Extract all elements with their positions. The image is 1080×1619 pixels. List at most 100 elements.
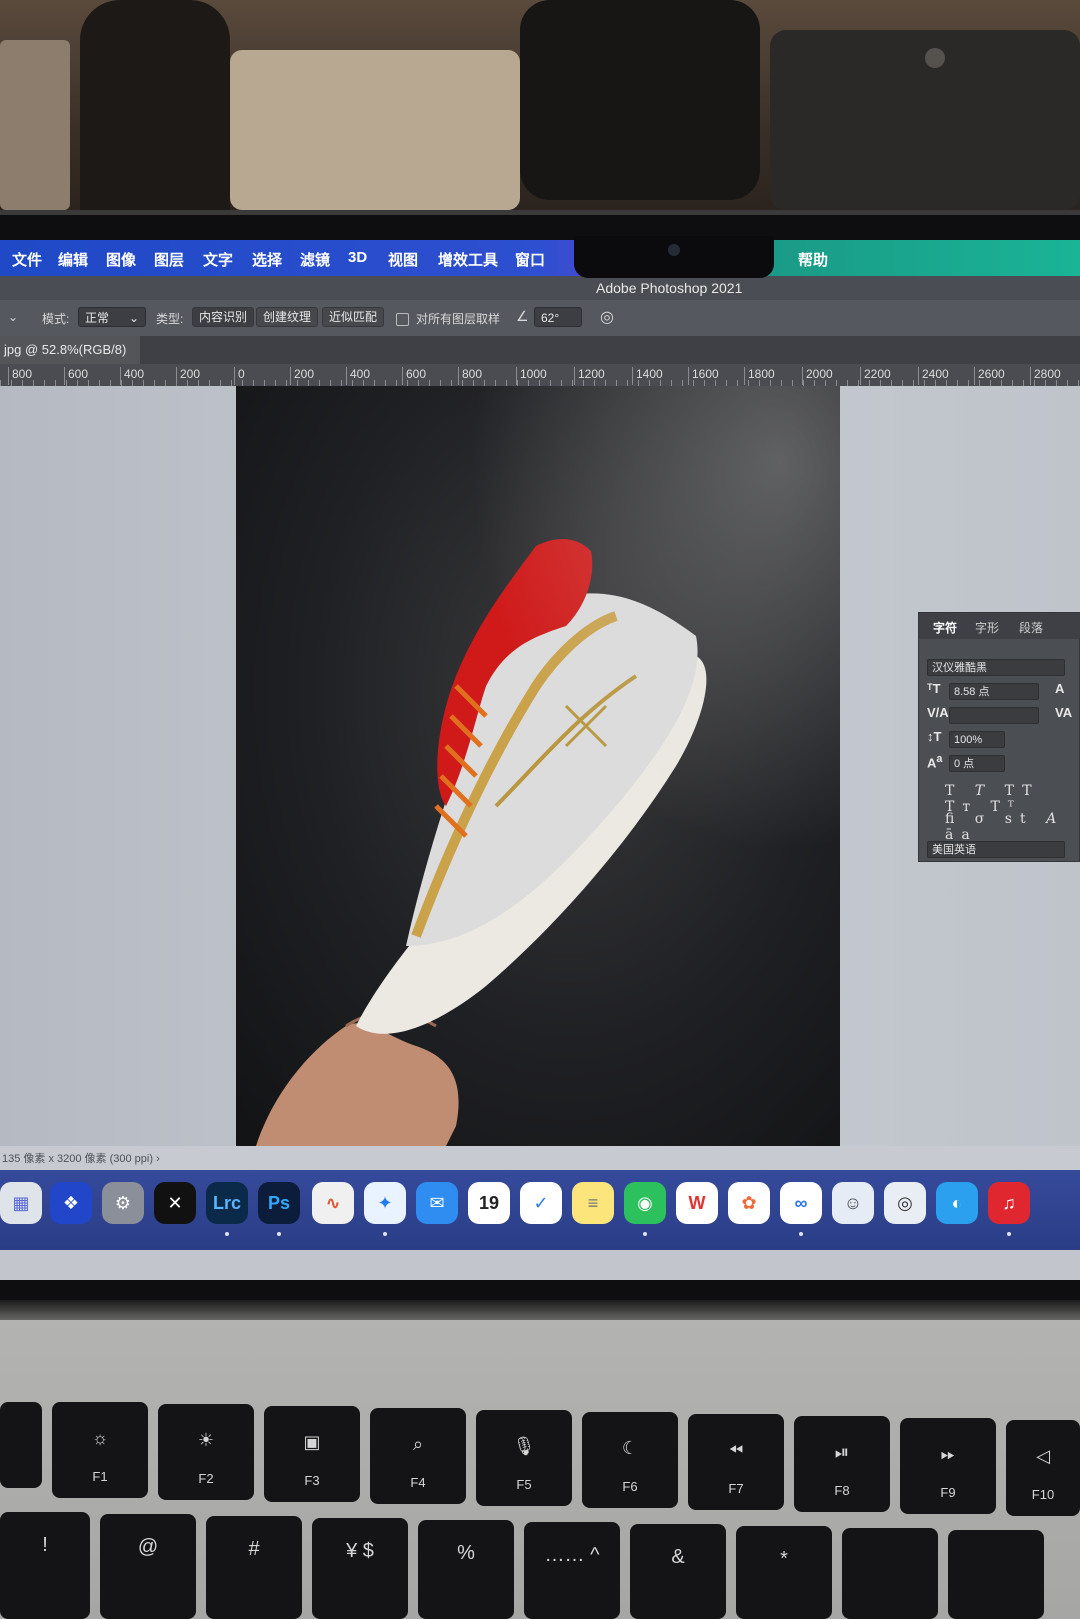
mail-icon[interactable]: ✉ [416, 1182, 458, 1224]
ruler-tick: 200 [176, 367, 200, 385]
language-value: 美国英语 [932, 844, 976, 856]
camera-notch [574, 236, 774, 278]
running-indicator [1007, 1232, 1011, 1236]
menu-window[interactable]: 窗口 [515, 249, 545, 270]
netease-music-icon[interactable]: ♫ [988, 1182, 1030, 1224]
tab-glyphs[interactable]: 字形 [975, 619, 999, 636]
ruler-tick: 1400 [632, 367, 663, 385]
background-chair-back [230, 50, 520, 210]
background-chair [0, 40, 70, 210]
menu-edit[interactable]: 编辑 [58, 249, 88, 270]
screenshot-icon[interactable]: ◎ [884, 1182, 926, 1224]
f9-key[interactable]: ⏩︎ F9 [900, 1418, 996, 1514]
angle-input[interactable]: 62° [534, 307, 582, 327]
opentype-buttons[interactable]: ﬁ σ st A āa [945, 811, 1079, 843]
f8-label: F8 [834, 1483, 850, 1498]
f8-key[interactable]: ⏯︎ F8 [794, 1416, 890, 1512]
menu-select[interactable]: 选择 [252, 249, 282, 270]
browser-icon[interactable]: ◐ [936, 1182, 978, 1224]
mute-icon: ◁ [1036, 1446, 1050, 1466]
menu-file[interactable]: 文件 [12, 249, 42, 270]
notes-icon[interactable]: ≡ [572, 1182, 614, 1224]
key-7[interactable]: & [630, 1524, 726, 1619]
key-2[interactable]: @ [100, 1514, 196, 1619]
launchpad-icon[interactable]: ▦ [0, 1182, 42, 1224]
menu-3d[interactable]: 3D [348, 249, 367, 266]
vertical-scale-icon: ↕T [927, 729, 942, 744]
key-7-symbol: & [671, 1546, 685, 1568]
system-preferences-icon[interactable]: ⚙ [102, 1182, 144, 1224]
wechat-icon[interactable]: ◉ [624, 1182, 666, 1224]
menu-help[interactable]: 帮助 [798, 249, 828, 270]
wps-icon[interactable]: W [676, 1182, 718, 1224]
canvas-area[interactable]: 字符 字形 段落 汉仪雅酷黑 ᵀT 8.58 点 A V/A VA ↕T 100… [0, 386, 1080, 1146]
gamma-icon[interactable]: ❖ [50, 1182, 92, 1224]
running-indicator [799, 1232, 803, 1236]
key-1[interactable]: ! [0, 1512, 90, 1619]
key-3[interactable]: # [206, 1516, 302, 1619]
reminders-icon[interactable]: ✓ [520, 1182, 562, 1224]
key-8-symbol: * [780, 1548, 788, 1570]
running-indicator [225, 1232, 229, 1236]
kerning-input[interactable] [949, 707, 1039, 724]
shoe-photo[interactable] [236, 386, 840, 1146]
photoshop-icon[interactable]: Ps [258, 1182, 300, 1224]
menu-view[interactable]: 视图 [388, 249, 418, 270]
language-select[interactable]: 美国英语 [927, 841, 1065, 858]
background-room [0, 0, 1080, 215]
chevron-down-icon[interactable]: ⌄ [8, 310, 18, 324]
sample-all-layers-checkbox[interactable] [396, 313, 409, 326]
f3-label: F3 [304, 1473, 320, 1488]
document-tab[interactable]: jpg @ 52.8%(RGB/8) [0, 336, 140, 364]
menu-plugins[interactable]: 增效工具 [438, 249, 498, 270]
f6-key[interactable]: ☾ F6 [582, 1412, 678, 1508]
font-size-input[interactable]: 8.58 点 [949, 683, 1039, 700]
baseline-shift-input[interactable]: 0 点 [949, 755, 1005, 772]
key-9[interactable] [842, 1528, 938, 1619]
f5-key[interactable]: 🎙︎ F5 [476, 1410, 572, 1506]
menu-image[interactable]: 图像 [106, 249, 136, 270]
calendar-icon[interactable]: 19 [468, 1182, 510, 1224]
lightroom-label: Lrc [212, 1192, 241, 1213]
menu-filter[interactable]: 滤镜 [300, 249, 330, 270]
mode-label: 模式: [42, 312, 70, 326]
ruler-tick: 1000 [516, 367, 547, 385]
key-6[interactable]: …… ^ [524, 1522, 620, 1619]
key-0[interactable] [948, 1530, 1044, 1619]
f7-key[interactable]: ⏪︎ F7 [688, 1414, 784, 1510]
f2-label: F2 [198, 1471, 214, 1486]
mode-select[interactable]: 正常 ⌄ [78, 307, 146, 327]
proximity-match-button[interactable]: 近似匹配 [322, 307, 385, 327]
key-4[interactable]: ¥ $ [312, 1518, 408, 1619]
create-texture-button[interactable]: 创建纹理 [256, 307, 319, 327]
f10-key[interactable]: ◁ F10 [1006, 1420, 1080, 1516]
pressure-brush-icon[interactable]: ◎ [600, 307, 614, 327]
menu-type[interactable]: 文字 [203, 249, 233, 270]
f2-key[interactable]: ☀ F2 [158, 1404, 254, 1500]
mission-control-icon: ▣ [303, 1432, 321, 1452]
font-family-select[interactable]: 汉仪雅酷黑 [927, 659, 1065, 676]
key-5[interactable]: % [418, 1520, 514, 1619]
f1-key[interactable]: ☼ F1 [52, 1402, 148, 1498]
safari-icon[interactable]: ✦ [364, 1182, 406, 1224]
tracking-icon: VA [1055, 705, 1073, 720]
key-5-symbol: % [457, 1542, 475, 1564]
curve-app-icon[interactable]: ∿ [312, 1182, 354, 1224]
avatar-icon[interactable]: ☺ [832, 1182, 874, 1224]
tab-paragraph[interactable]: 段落 [1019, 619, 1043, 636]
capcut-icon[interactable]: ✕ [154, 1182, 196, 1224]
lightroom-classic-icon[interactable]: Lrc [206, 1182, 248, 1224]
escape-key[interactable] [0, 1402, 42, 1488]
vertical-scale-input[interactable]: 100% [949, 731, 1005, 748]
brightness-down-icon: ☼ [91, 1428, 109, 1448]
menu-layer[interactable]: 图层 [154, 249, 184, 270]
angle-icon: ∠ [516, 308, 529, 324]
document-info[interactable]: 135 像素 x 3200 像素 (300 ppi) › [2, 1150, 160, 1166]
key-8[interactable]: * [736, 1526, 832, 1619]
photos-icon[interactable]: ✿ [728, 1182, 770, 1224]
content-aware-button[interactable]: 内容识别 [192, 307, 255, 327]
f3-key[interactable]: ▣ F3 [264, 1406, 360, 1502]
baidu-netdisk-icon[interactable]: ∞ [780, 1182, 822, 1224]
f4-key[interactable]: ⌕ F4 [370, 1408, 466, 1504]
tab-character[interactable]: 字符 [933, 619, 957, 636]
